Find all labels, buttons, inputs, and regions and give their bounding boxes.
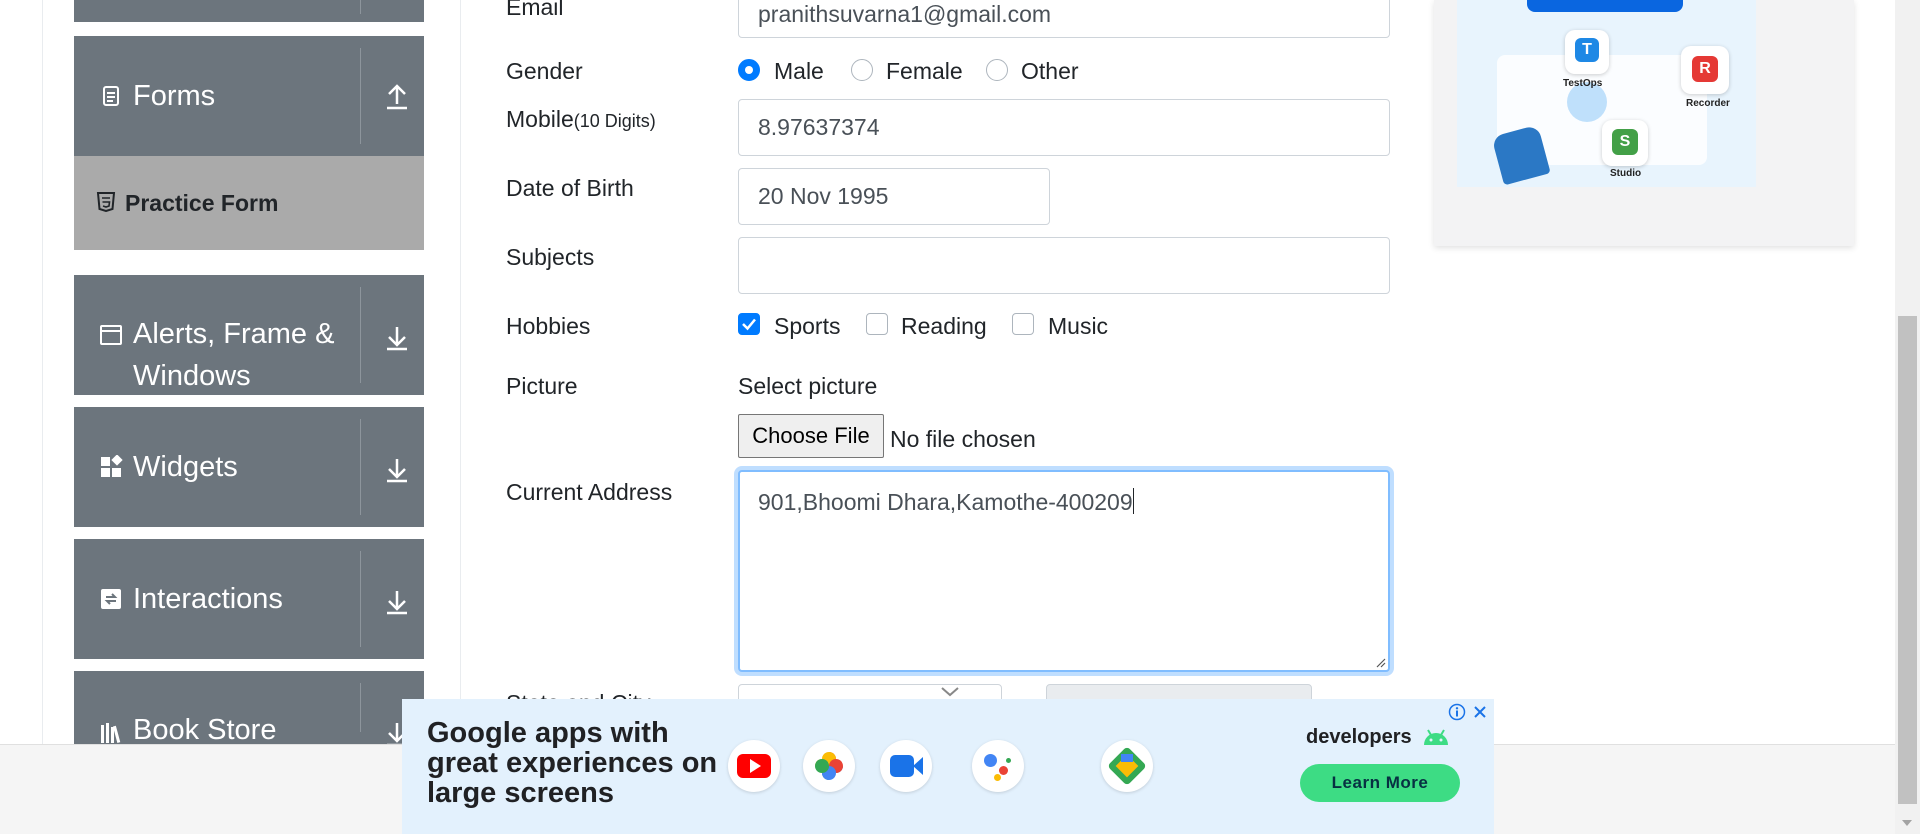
google-photos-icon	[803, 740, 855, 792]
hobby-sports-label[interactable]: Sports	[774, 313, 840, 340]
scrollbar-thumb[interactable]	[1898, 316, 1917, 804]
ad-close-icon[interactable]	[1472, 704, 1488, 720]
window-icon	[100, 325, 122, 345]
learn-more-button[interactable]: Learn More	[1300, 764, 1460, 802]
badge-recorder: Recorder	[1686, 98, 1730, 109]
mobile-input[interactable]: 8.97637374	[738, 99, 1390, 156]
google-assistant-icon	[972, 740, 1024, 792]
gender-male-radio[interactable]	[738, 59, 760, 81]
current-address-textarea[interactable]: 901,Bhoomi Dhara,Kamothe-400209	[738, 470, 1390, 672]
chevron-down-icon	[941, 687, 959, 697]
youtube-icon	[728, 740, 780, 792]
subjects-input[interactable]	[738, 237, 1390, 294]
choose-file-button[interactable]: Choose File	[738, 414, 884, 458]
google-maps-icon	[1101, 740, 1153, 792]
badge-testops: TestOps	[1563, 78, 1603, 89]
sidebar-group-forms[interactable]: Forms	[74, 36, 424, 156]
side-ad-cta-bar[interactable]	[1527, 0, 1683, 12]
gender-label: Gender	[506, 58, 583, 84]
resize-handle-icon[interactable]	[1374, 656, 1386, 668]
sidebar-group-interactions[interactable]: Interactions	[74, 539, 424, 659]
document-icon	[103, 86, 119, 106]
ad-info-icon[interactable]	[1448, 703, 1466, 721]
developers-brand: developers	[1306, 726, 1412, 748]
picture-label: Picture	[506, 373, 578, 399]
sidebar-group-book-store[interactable]: Book Store	[74, 671, 424, 744]
sidebar-group-elements[interactable]	[74, 0, 424, 22]
sidebar-group-label: Widgets	[133, 451, 238, 483]
sidebar-item-practice-form[interactable]: Practice Form	[74, 156, 424, 250]
sidebar-group-alerts-frame-windows[interactable]: Alerts, Frame & Windows	[74, 275, 424, 395]
subjects-label: Subjects	[506, 244, 595, 270]
hobby-music-checkbox[interactable]	[1012, 313, 1034, 335]
sidebar-group-label-line1: Alerts, Frame &	[133, 318, 335, 350]
sidebar-border	[42, 0, 43, 744]
download-arrow-icon[interactable]	[384, 455, 410, 483]
text-cursor	[1132, 488, 1134, 514]
sidebar-group-label: Book Store	[133, 714, 277, 744]
email-input[interactable]: pranithsuvarna1@gmail.com	[738, 0, 1390, 38]
current-address-label: Current Address	[506, 479, 673, 505]
html5-icon	[96, 192, 116, 212]
gender-other-label[interactable]: Other	[1021, 58, 1079, 85]
widgets-icon	[101, 455, 123, 477]
banner-headline[interactable]: Google apps with great experiences on la…	[427, 718, 727, 808]
hobby-reading-label[interactable]: Reading	[901, 313, 987, 340]
gender-male-label[interactable]: Male	[774, 58, 824, 85]
current-address-value: 901,Bhoomi Dhara,Kamothe-400209	[758, 489, 1133, 515]
recorder-logo-icon: R	[1681, 46, 1729, 94]
upload-arrow-icon[interactable]	[384, 82, 410, 110]
interactions-icon	[101, 589, 121, 609]
dob-label: Date of Birth	[506, 175, 634, 201]
sidebar-group-label-line2: Windows	[133, 360, 251, 392]
sidebar-group-widgets[interactable]: Widgets	[74, 407, 424, 527]
checkmark-icon	[742, 318, 756, 331]
google-meet-icon	[880, 740, 932, 792]
testops-logo-icon: T	[1565, 30, 1609, 74]
divider	[360, 0, 361, 14]
badge-studio: Studio	[1610, 168, 1642, 179]
gender-female-label[interactable]: Female	[886, 58, 963, 85]
hobby-music-label[interactable]: Music	[1048, 313, 1108, 340]
divider	[360, 419, 361, 515]
download-arrow-icon[interactable]	[384, 587, 410, 615]
select-picture-label: Select picture	[738, 373, 878, 399]
books-icon	[101, 723, 121, 743]
mobile-label-text: Mobile	[506, 106, 574, 132]
divider	[360, 287, 361, 383]
hobbies-label: Hobbies	[506, 313, 591, 339]
scroll-down-arrow-icon[interactable]	[1901, 818, 1913, 828]
content-border	[460, 0, 461, 744]
mobile-hint: (10 Digits)	[573, 111, 656, 131]
mobile-label: Mobile(10 Digits)	[506, 106, 656, 133]
divider	[360, 683, 361, 732]
gender-other-radio[interactable]	[986, 59, 1008, 81]
android-icon	[1424, 729, 1448, 745]
download-arrow-icon[interactable]	[384, 323, 410, 351]
file-status-text: No file chosen	[890, 426, 1036, 452]
gender-female-radio[interactable]	[851, 59, 873, 81]
sidebar-group-label: Interactions	[133, 583, 283, 615]
email-label: Email	[506, 0, 564, 20]
hobby-reading-checkbox[interactable]	[866, 313, 888, 335]
sidebar-group-label: Forms	[133, 80, 216, 112]
studio-logo-icon: S	[1602, 120, 1648, 166]
side-ad-image[interactable]: T TestOps R Recorder S Studio	[1457, 0, 1756, 187]
sidebar-item-label: Practice Form	[125, 190, 279, 216]
dob-input[interactable]: 20 Nov 1995	[738, 168, 1050, 225]
divider	[360, 48, 361, 144]
divider	[360, 551, 361, 647]
hobby-sports-checkbox[interactable]	[738, 313, 760, 335]
